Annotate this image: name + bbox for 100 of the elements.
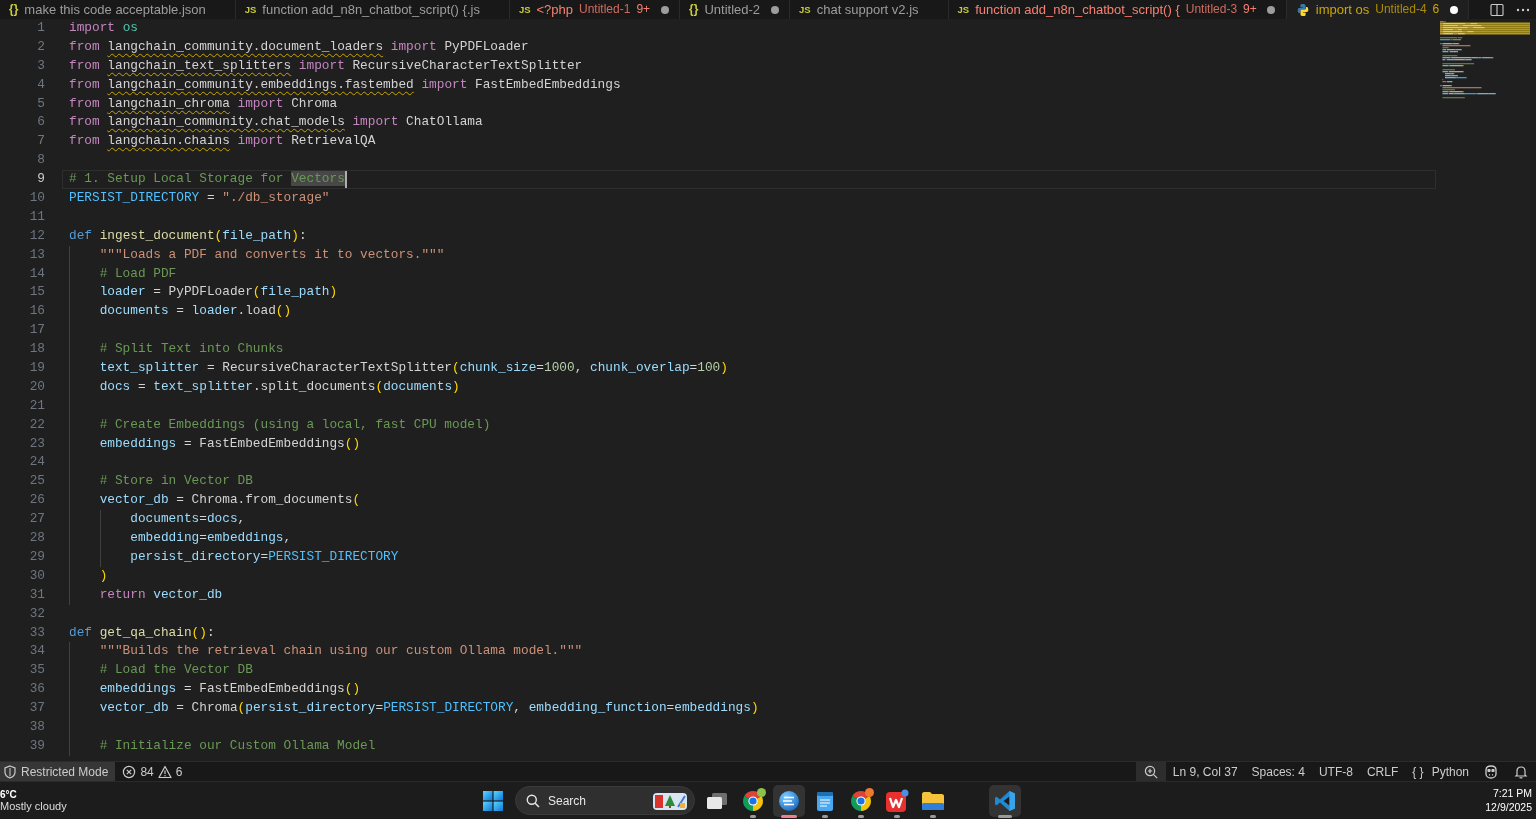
office-logo-icon (885, 788, 909, 813)
line-number: 38 (28, 717, 45, 736)
notepad-icon (815, 789, 835, 812)
line-number: 28 (28, 529, 45, 548)
code-line: embeddings = FastEmbedEmbeddings() (69, 680, 361, 700)
restricted-mode-button[interactable]: Restricted Mode (0, 762, 116, 781)
line-number: 29 (28, 547, 45, 566)
zoom-button[interactable] (1135, 762, 1166, 781)
code-line: def ingest_document(file_path): (69, 226, 307, 245)
problems-button[interactable]: 84 6 (115, 762, 190, 781)
line-number: 33 (28, 623, 45, 642)
language-mode-button[interactable]: { } Python (1405, 762, 1476, 781)
line-number: 32 (28, 604, 45, 623)
code-line: # Store in Vector DB (69, 472, 253, 492)
line-number: 9 (36, 170, 45, 189)
status-bar-item[interactable]: Ln 9, Col 37 (1165, 762, 1245, 781)
code-line: # 1. Setup Local Storage for Vectors (69, 170, 345, 189)
minimap[interactable] (1440, 20, 1530, 100)
line-number: 34 (28, 642, 45, 661)
line-number: 5 (36, 94, 45, 113)
line-number: 2 (36, 37, 45, 56)
task-view-icon (706, 790, 728, 811)
windows-logo-icon (483, 790, 503, 811)
code-line: # Load PDF (69, 264, 177, 284)
search-icon (526, 793, 540, 808)
line-number: 11 (28, 207, 45, 226)
bell-icon (1513, 763, 1529, 780)
browser-logo-icon (742, 789, 764, 812)
editor-tab[interactable]: import os Untitled-4 6 (1286, 0, 1470, 19)
browser-logo-icon (850, 789, 872, 812)
status-bar-item[interactable]: Spaces: 4 (1244, 762, 1312, 781)
line-number: 1 (36, 19, 45, 37)
code-line: PERSIST_DIRECTORY = "./db_storage" (69, 189, 330, 207)
code-line: import os (69, 19, 138, 37)
code-line: def get_qa_chain(): (69, 623, 215, 642)
code-line: vector_db = Chroma(persist_directory=PERSIST_DIRECTORY, embedding_function=embeddings) (69, 699, 759, 718)
code-line: vector_db = Chroma.from_documents( (69, 491, 361, 511)
line-number: 7 (36, 132, 45, 151)
line-number: 6 (36, 113, 45, 132)
line-number: 3 (36, 56, 45, 75)
weather-condition: Mostly cloudy (0, 799, 68, 813)
code-editor-logo-icon (994, 789, 1016, 812)
text-cursor-icon (344, 171, 347, 189)
line-number: 8 (36, 151, 45, 170)
code-line: # Load the Vector DB (69, 661, 253, 681)
code-line: from langchain_community.document_loaders import PyPDFLoader (69, 37, 529, 56)
code-line: from langchain_text_splitters import RecursiveCharacterTextSplitter (69, 56, 583, 75)
code-line: from langchain_chroma import Chroma (69, 94, 338, 113)
code-line: """Loads a PDF and converts it to vectors.""" (69, 245, 445, 265)
warning-icon (157, 764, 172, 779)
weather-temperature: 6°C (0, 788, 18, 800)
line-number: 31 (28, 585, 45, 604)
line-number: 39 (28, 736, 45, 755)
line-number: 19 (28, 359, 45, 378)
code-line: from langchain_community.chat_models import ChatOllama (69, 113, 483, 132)
line-number: 25 (28, 472, 45, 491)
line-number: 30 (28, 566, 45, 585)
folder-icon (921, 790, 945, 811)
code-line: from langchain.chains import RetrievalQA (69, 132, 376, 151)
code-line: return vector_db (69, 585, 223, 605)
code-line: documents = loader.load() (69, 302, 292, 322)
status-bar-item[interactable]: CRLF (1359, 762, 1406, 781)
line-number: 37 (28, 699, 45, 718)
line-number: 23 (28, 434, 45, 453)
line-number: 35 (28, 661, 45, 680)
code-line: persist_directory=PERSIST_DIRECTORY (69, 547, 399, 567)
line-number: 4 (36, 75, 45, 94)
line-number: 13 (28, 245, 45, 264)
status-bar-item[interactable]: UTF-8 (1311, 762, 1360, 781)
code-line: docs = text_splitter.split_documents(documents) (69, 377, 460, 397)
code-line: # Initialize our Custom Ollama Model (69, 736, 376, 756)
code-line: embedding=embeddings, (69, 529, 292, 548)
line-number: 36 (28, 680, 45, 699)
zoom-in-icon (1143, 764, 1158, 779)
code-line: text_splitter = RecursiveCharacterTextSplitter(chunk_size=1000, chunk_overlap=100) (69, 359, 728, 378)
python-file-icon (1295, 2, 1310, 17)
code-line: # Create Embeddings (using a local, fast CPU model) (69, 415, 491, 435)
copilot-icon (1483, 763, 1499, 780)
line-number: 21 (28, 396, 45, 415)
line-number: 14 (28, 264, 45, 283)
split-editor-icon (1490, 2, 1504, 17)
code-line: from langchain_community.embeddings.fastembed import FastEmbedEmbeddings (69, 75, 621, 94)
code-line: # Split Text into Chunks (69, 340, 284, 360)
taskbar-app-button[interactable] (773, 784, 805, 817)
clock-time: 7:21 PM (1491, 787, 1532, 801)
error-icon (122, 764, 137, 779)
code-line: """Builds the retrieval chain using our custom Ollama model.""" (69, 642, 583, 662)
shield-icon (3, 764, 17, 779)
line-number: 22 (28, 415, 45, 434)
line-number: 18 (28, 340, 45, 359)
line-number: 20 (28, 377, 45, 396)
line-number: 10 (28, 189, 45, 207)
line-number: 17 (28, 321, 45, 340)
line-number: 24 (28, 453, 45, 472)
line-number: 27 (28, 510, 45, 529)
line-number: 26 (28, 491, 45, 510)
line-number: 15 (28, 283, 45, 302)
taskbar-app-button[interactable] (989, 784, 1021, 817)
code-line: embeddings = FastEmbedEmbeddings() (69, 434, 361, 454)
code-line: ) (69, 566, 108, 586)
